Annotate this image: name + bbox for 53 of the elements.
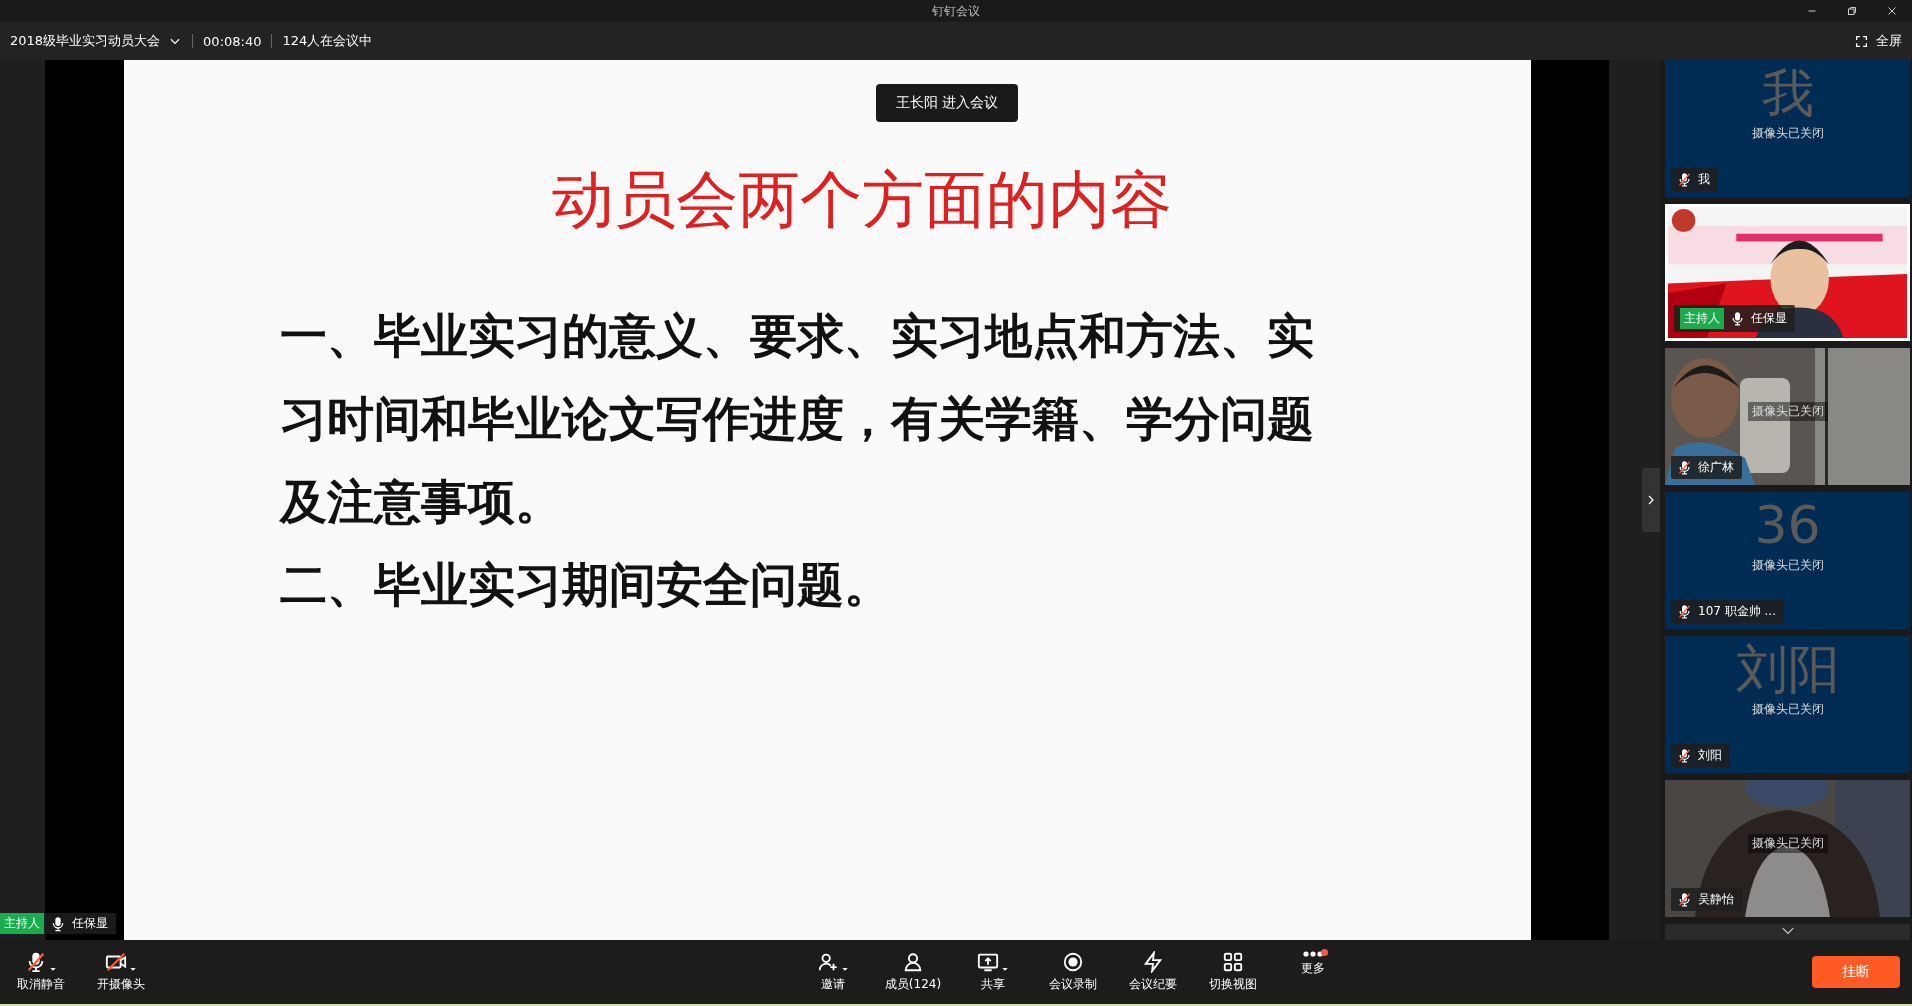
camera-button[interactable]: 开摄像头 xyxy=(88,945,154,999)
grid-icon xyxy=(1222,951,1244,973)
fullscreen-icon[interactable] xyxy=(1855,34,1868,48)
participant-name: 任保显 xyxy=(1751,310,1787,327)
host-badge: 主持人 xyxy=(0,913,44,934)
participant-tile[interactable]: 摄像头已关闭 徐广林 xyxy=(1665,348,1910,485)
minutes-button[interactable]: 会议纪要 xyxy=(1120,945,1186,999)
avatar-initials: 刘阳 xyxy=(1735,640,1840,698)
person-icon xyxy=(902,951,924,973)
more-icon xyxy=(1303,951,1323,957)
caret-icon xyxy=(49,965,57,973)
participant-name: 刘阳 xyxy=(1698,747,1722,764)
participant-tile[interactable]: 我 摄像头已关闭 我 xyxy=(1665,60,1910,197)
fullscreen-link[interactable]: 全屏 xyxy=(1876,32,1902,50)
speaker-name: 任保显 xyxy=(72,915,108,932)
avatar-initials: 36 xyxy=(1754,496,1821,554)
participant-name: 我 xyxy=(1698,171,1710,188)
participant-name: 吴静怡 xyxy=(1698,891,1734,908)
camera-off-label: 摄像头已关闭 xyxy=(1750,125,1825,142)
meeting-title: 2018级毕业实习动员大会 xyxy=(10,32,161,50)
screen-share-icon xyxy=(977,951,999,973)
slide-title: 动员会两个方面的内容 xyxy=(552,165,1172,236)
share-button[interactable]: 共享 xyxy=(960,945,1026,999)
meeting-duration: 00:08:40 xyxy=(203,33,262,49)
participant-name: 107 职金帅 ... xyxy=(1698,603,1776,620)
slide-paragraph: 二、毕业实习期间安全问题。 xyxy=(279,558,892,613)
mic-button[interactable]: 取消静音 xyxy=(8,945,74,999)
window-title: 钉钉会议 xyxy=(932,2,980,20)
restore-icon[interactable] xyxy=(1846,5,1858,17)
camera-off-label: 摄像头已关闭 xyxy=(1750,557,1825,574)
attendance-count: 124人在会议中 xyxy=(282,32,373,50)
invite-button[interactable]: 邀请 xyxy=(800,945,866,999)
slide-paragraph: 一、毕业实习的意义、要求、实习地点和方法、实习时间和毕业论文写作进度，有关学籍、学分问题及注意事项。 xyxy=(279,309,1315,530)
participant-tile[interactable]: 主持人 任保显 xyxy=(1665,204,1910,341)
close-icon[interactable] xyxy=(1886,5,1898,17)
camera-off-label: 摄像头已关闭 xyxy=(1747,402,1828,421)
participant-tile[interactable]: 刘阳 摄像头已关闭 刘阳 xyxy=(1665,636,1910,773)
avatar-initials: 我 xyxy=(1761,64,1814,122)
camera-off-label: 摄像头已关闭 xyxy=(1750,701,1825,718)
record-button[interactable]: 会议录制 xyxy=(1040,945,1106,999)
view-button[interactable]: 切换视图 xyxy=(1200,945,1266,999)
participant-tile[interactable]: 摄像头已关闭 吴静怡 xyxy=(1665,780,1910,917)
caret-icon xyxy=(129,965,137,973)
join-notification: 王长阳 进入会议 xyxy=(875,84,1018,122)
add-person-icon xyxy=(817,951,839,973)
more-button[interactable]: 更多 xyxy=(1280,945,1346,999)
record-icon xyxy=(1062,951,1084,973)
camera-off-label: 摄像头已关闭 xyxy=(1747,834,1828,853)
participant-tile[interactable]: 36 摄像头已关闭 107 职金帅 ... xyxy=(1665,492,1910,629)
lightning-icon xyxy=(1142,951,1164,973)
participant-name: 徐广林 xyxy=(1698,459,1734,476)
members-button[interactable]: 成员(124) xyxy=(880,945,946,999)
host-badge: 主持人 xyxy=(1680,308,1724,329)
